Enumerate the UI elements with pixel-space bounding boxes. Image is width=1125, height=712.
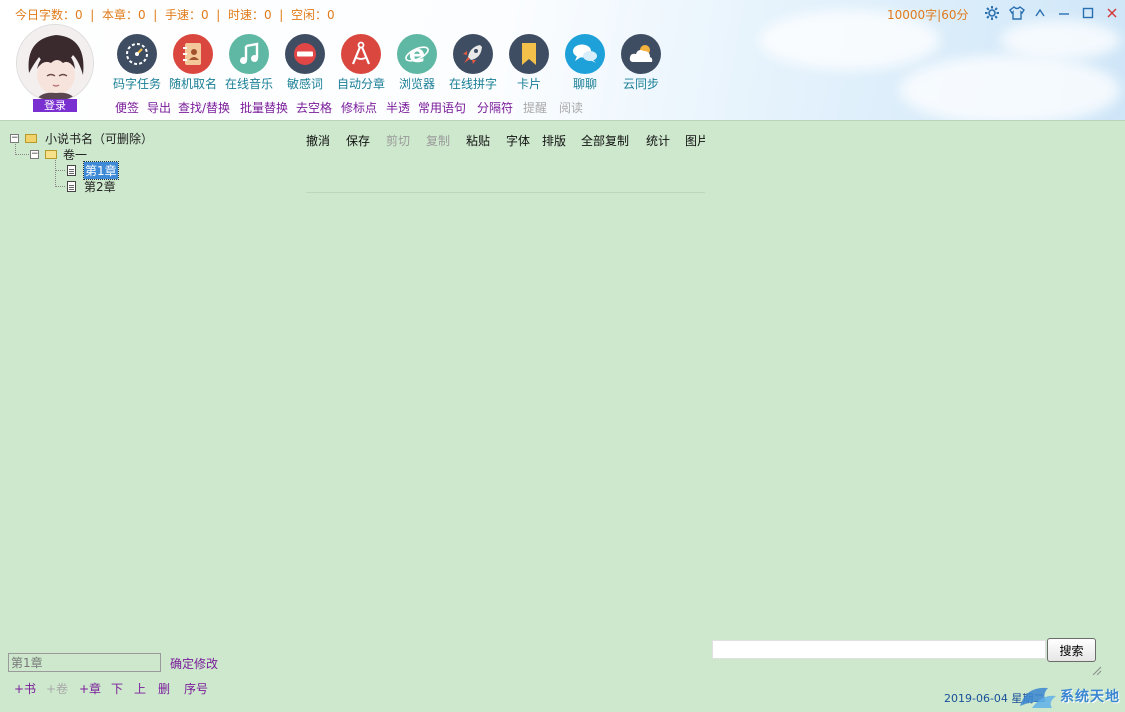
minimize-icon[interactable] <box>1055 4 1073 22</box>
tool-button-0[interactable]: 码字任务 <box>113 34 161 92</box>
tree-action-0[interactable]: +书 <box>14 680 36 697</box>
tree-action-2[interactable]: +章 <box>79 680 101 697</box>
editor-tool-0[interactable]: 撤消 <box>306 132 330 148</box>
quick-link-0[interactable]: 便签 <box>115 99 139 116</box>
rocket-icon <box>453 34 493 74</box>
stat-chapter: 本章：0 <box>102 8 146 22</box>
stat-sep: | <box>279 8 284 22</box>
tree-action-3[interactable]: 下 <box>111 680 123 697</box>
editor-tool-1[interactable]: 保存 <box>346 132 370 148</box>
editor-tool-3[interactable]: 复制 <box>426 132 450 148</box>
editor-tool-2[interactable]: 剪切 <box>386 132 410 148</box>
maximize-icon[interactable] <box>1079 4 1097 22</box>
speedometer-icon <box>117 34 157 74</box>
stat-today: 今日字数：0 <box>15 8 83 22</box>
close-icon[interactable] <box>1103 4 1121 22</box>
quick-link-4[interactable]: 去空格 <box>296 99 332 116</box>
settings-gear-icon[interactable] <box>983 4 1001 22</box>
collapse-up-icon[interactable] <box>1031 4 1049 22</box>
cloud-sun-icon <box>621 34 661 74</box>
resize-grip-icon[interactable] <box>1090 664 1102 676</box>
quick-link-2[interactable]: 查找/替换 <box>178 99 230 116</box>
book-name[interactable]: 小说书名（可删除） <box>45 130 153 147</box>
tool-button-4[interactable]: 自动分章 <box>337 34 385 92</box>
stat-idle: 空闲：0 <box>291 8 335 22</box>
stat-sep: | <box>216 8 221 22</box>
chapter-name[interactable]: 第2章 <box>84 178 116 195</box>
compass-icon <box>341 34 381 74</box>
quick-link-7[interactable]: 常用语句 <box>418 99 466 116</box>
tree-action-5[interactable]: 删 <box>158 680 170 697</box>
quick-link-3[interactable]: 批量替换 <box>240 99 288 116</box>
login-button[interactable]: 登录 <box>33 99 77 112</box>
stat-sep: | <box>90 8 95 22</box>
confirm-edit-link[interactable]: 确定修改 <box>170 655 218 672</box>
tree-volume-node[interactable]: − 卷一 <box>30 147 87 162</box>
no-entry-icon <box>285 34 325 74</box>
stats-bar: 今日字数：0 | 本章：0 | 手速：0 | 时速：0 | 空闲：0 <box>15 6 335 23</box>
collapse-node-icon[interactable]: − <box>10 134 19 143</box>
chat-bubbles-icon <box>565 34 605 74</box>
browser-e-icon: e <box>397 34 437 74</box>
stat-sep: | <box>153 8 158 22</box>
skin-shirt-icon[interactable] <box>1008 4 1026 22</box>
tool-button-8[interactable]: 聊聊 <box>561 34 609 92</box>
tree-action-4[interactable]: 上 <box>134 680 146 697</box>
search-button[interactable]: 搜索 <box>1047 638 1096 662</box>
chapter-name[interactable]: 第1章 <box>83 161 119 180</box>
quick-link-10[interactable]: 阅读 <box>559 99 583 116</box>
search-input[interactable] <box>712 640 1046 659</box>
quick-link-6[interactable]: 半透 <box>386 99 410 116</box>
editor-tool-4[interactable]: 粘贴 <box>466 132 490 148</box>
editor-tool-5[interactable]: 字体 <box>506 132 530 148</box>
editor-tool-8[interactable]: 统计 <box>646 132 670 148</box>
tool-button-6[interactable]: 在线拼字 <box>449 34 497 92</box>
word-goal[interactable]: 10000字|60分 <box>887 6 969 23</box>
tool-button-5[interactable]: e 浏览器 <box>393 34 441 92</box>
quick-link-9[interactable]: 提醒 <box>523 99 547 116</box>
avatar[interactable] <box>16 24 94 102</box>
svg-text:e: e <box>409 41 425 67</box>
quick-link-8[interactable]: 分隔符 <box>477 99 513 116</box>
stat-time: 时速：0 <box>228 8 272 22</box>
bookmark-icon <box>509 34 549 74</box>
tool-button-7[interactable]: 卡片 <box>505 34 553 92</box>
music-note-icon <box>229 34 269 74</box>
editor-tool-9[interactable]: 图片 <box>685 132 705 148</box>
tree-action-1[interactable]: +卷 <box>46 680 68 697</box>
quick-link-5[interactable]: 修标点 <box>341 99 377 116</box>
quick-link-1[interactable]: 导出 <box>147 99 171 116</box>
tool-button-3[interactable]: 敏感词 <box>281 34 329 92</box>
editor-tool-6[interactable]: 排版 <box>542 132 566 148</box>
tool-button-1[interactable]: 随机取名 <box>169 34 217 92</box>
editor-divider <box>306 192 705 193</box>
document-icon <box>67 165 76 176</box>
tool-button-9[interactable]: 云同步 <box>617 34 665 92</box>
tree-book-node[interactable]: − 小说书名（可删除） <box>10 131 153 146</box>
tool-button-2[interactable]: 在线音乐 <box>225 34 273 92</box>
open-folder-icon <box>45 150 57 159</box>
editor-toolbar: 撤消 保存 剪切 复制 粘贴 字体 排版 全部复制 统计 图片 <box>306 132 705 148</box>
document-icon <box>67 181 76 192</box>
avatar-illustration-icon <box>17 25 93 101</box>
folder-icon <box>25 134 37 143</box>
tree-chapter-node[interactable]: 第2章 <box>67 179 116 194</box>
volume-name[interactable]: 卷一 <box>63 146 87 163</box>
tree-action-6[interactable]: 序号 <box>184 680 208 697</box>
collapse-node-icon[interactable]: − <box>30 150 39 159</box>
tree-chapter-node[interactable]: 第1章 <box>67 161 119 180</box>
header-bar: 今日字数：0 | 本章：0 | 手速：0 | 时速：0 | 空闲：0 10000… <box>0 0 1125 121</box>
chapter-title-input[interactable] <box>8 653 161 672</box>
watermark-text: 系统天地 <box>1060 689 1120 705</box>
contact-book-icon <box>173 34 213 74</box>
editor-tool-7[interactable]: 全部复制 <box>581 132 629 148</box>
tool-label: 云同步 <box>622 77 659 91</box>
stat-speed: 手速：0 <box>165 8 209 22</box>
